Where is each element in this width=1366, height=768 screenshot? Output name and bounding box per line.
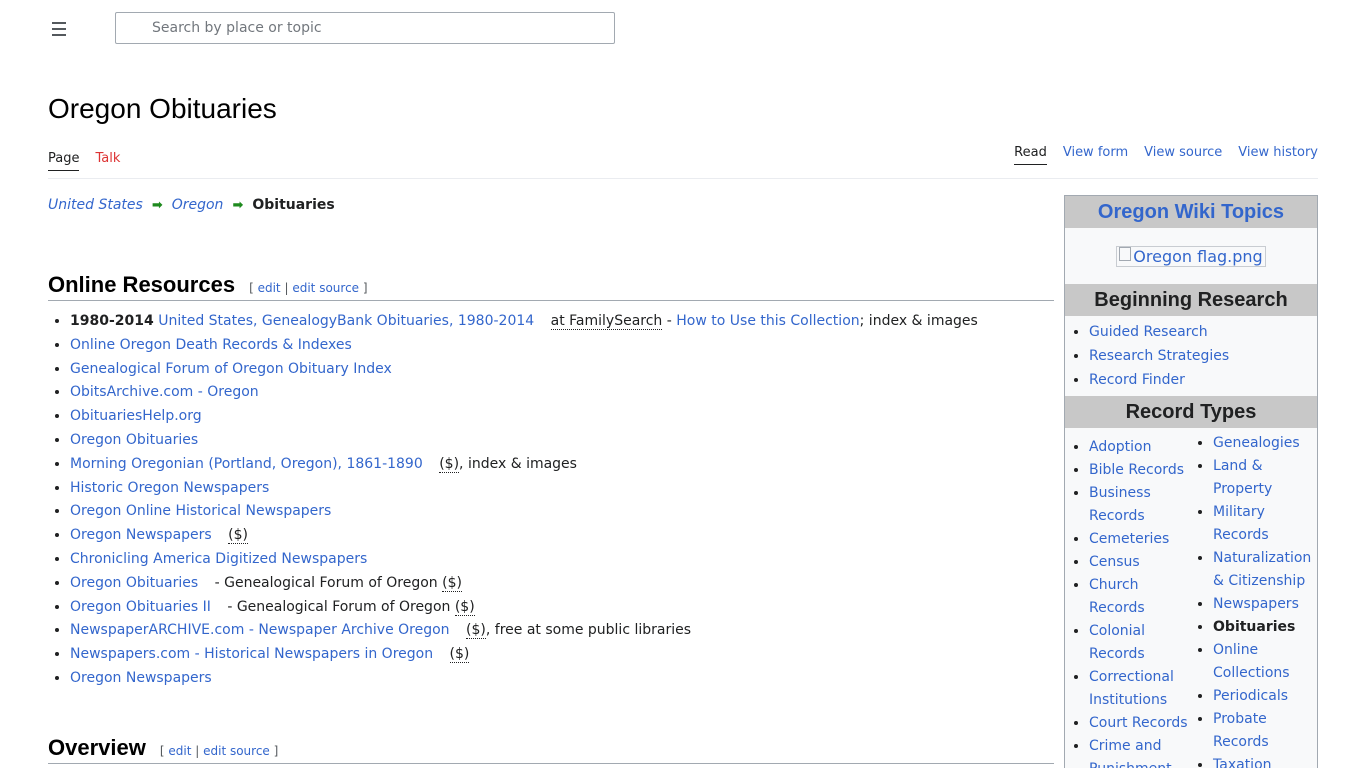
resource-link[interactable]: Oregon Obituaries [70,432,198,448]
list-item: Oregon Newspapers ($) [70,524,1050,548]
tab-talk[interactable]: Talk [95,151,120,171]
resource-link[interactable]: Online Oregon Death Records & Indexes [70,337,352,353]
list-item: Oregon Newspapers [70,667,1050,691]
beginning-research-heading: Beginning Research [1065,284,1317,316]
record-types-columns: Adoption Bible Records Business Records … [1065,428,1317,768]
breadcrumb-oregon[interactable]: Oregon [172,197,224,213]
beginning-research-list: Guided Research Research Strategies Reco… [1065,316,1317,396]
resource-link[interactable]: ObitsArchive.com - Oregon [70,384,259,400]
list-item[interactable]: Taxation [1213,754,1317,768]
list-item: Oregon Obituaries [70,429,1050,453]
list-item: Morning Oregonian (Portland, Oregon), 18… [70,453,1050,477]
section-online-resources: Online Resources [ edit | edit source ] [48,272,1054,301]
resource-link[interactable]: Historic Oregon Newspapers [70,480,269,496]
online-resources-list: 1980-2014 United States, GenealogyBank O… [70,310,1050,691]
list-item[interactable]: Bible Records [1089,459,1189,482]
edit-link[interactable]: edit [258,281,281,295]
list-item[interactable]: Crime and Punishment [1089,735,1189,768]
resource-link[interactable]: United States, GenealogyBank Obituaries,… [158,313,534,329]
list-item[interactable]: Cemeteries [1089,528,1189,551]
list-item[interactable]: Adoption [1089,436,1189,459]
resource-link[interactable]: How to Use this Collection [676,313,859,329]
edit-links: [ edit | edit source ] [249,281,368,295]
list-item[interactable]: Colonial Records [1089,620,1189,666]
record-types-heading: Record Types [1065,396,1317,428]
resource-link[interactable]: Chronicling America Digitized Newspapers [70,551,367,567]
list-item[interactable]: Census [1089,551,1189,574]
list-item[interactable]: Genealogies [1213,432,1317,455]
list-item[interactable]: Probate Records [1213,708,1317,754]
list-item[interactable]: Research Strategies [1089,344,1317,368]
list-item: NewspaperARCHIVE.com - Newspaper Archive… [70,619,1050,643]
list-item: Oregon Obituaries - Genealogical Forum o… [70,572,1050,596]
resource-link[interactable]: ObituariesHelp.org [70,408,202,424]
resource-link[interactable]: Morning Oregonian (Portland, Oregon), 18… [70,456,423,472]
list-item: Newspapers.com - Historical Newspapers i… [70,643,1050,667]
resource-link[interactable]: Newspapers.com - Historical Newspapers i… [70,646,433,662]
page-title: Oregon Obituaries [48,93,277,124]
list-item: Online Oregon Death Records & Indexes [70,334,1050,358]
tab-read[interactable]: Read [1014,145,1047,165]
list-item-current: Obituaries [1213,616,1317,639]
list-item[interactable]: Business Records [1089,482,1189,528]
list-item[interactable]: Record Finder [1089,368,1317,392]
list-item[interactable]: Court Records [1089,712,1189,735]
resource-link[interactable]: Oregon Obituaries II [70,599,211,615]
list-item[interactable]: Guided Research [1089,320,1317,344]
resource-link[interactable]: Oregon Newspapers [70,527,212,543]
list-item[interactable]: Online Collections [1213,639,1317,685]
list-item: ObituariesHelp.org [70,405,1050,429]
list-item: Chronicling America Digitized Newspapers [70,548,1050,572]
breadcrumb-united-states[interactable]: United States [48,197,143,213]
resource-link[interactable]: Oregon Obituaries [70,575,198,591]
list-item[interactable]: Military Records [1213,501,1317,547]
search-input[interactable] [115,12,615,44]
record-types-col-1: Adoption Bible Records Business Records … [1065,432,1189,768]
sidebar-title[interactable]: Oregon Wiki Topics [1065,196,1317,228]
flag-row: Oregon flag.png [1065,228,1317,284]
tab-view-form[interactable]: View form [1063,145,1128,165]
tab-divider [48,178,1318,179]
resource-link[interactable]: Oregon Newspapers [70,670,212,686]
wiki-topics-sidebar: Oregon Wiki Topics Oregon flag.png Begin… [1064,195,1318,768]
list-item: ObitsArchive.com - Oregon [70,381,1050,405]
edit-links: [ edit | edit source ] [159,744,279,758]
list-item: Historic Oregon Newspapers [70,477,1050,501]
list-item[interactable]: Naturalization & Citizenship [1213,547,1317,593]
hamburger-menu-icon[interactable] [48,17,72,41]
record-types-col-2: Genealogies Land & Property Military Rec… [1189,432,1317,768]
breadcrumb-current: Obituaries [252,197,335,213]
tab-view-source[interactable]: View source [1144,145,1222,165]
list-item[interactable]: Correctional Institutions [1089,666,1189,712]
arrow-right-icon: ➡ [151,197,163,213]
section-title: Online Resources [48,272,236,297]
section-title: Overview [48,735,146,760]
edit-source-link[interactable]: edit source [203,744,270,758]
list-item[interactable]: Newspapers [1213,593,1317,616]
list-item: 1980-2014 United States, GenealogyBank O… [70,310,1050,334]
list-item[interactable]: Land & Property [1213,455,1317,501]
broken-image-icon [1119,247,1132,261]
resource-link[interactable]: NewspaperARCHIVE.com - Newspaper Archive… [70,622,450,638]
oregon-flag-image[interactable]: Oregon flag.png [1116,245,1266,267]
list-item[interactable]: Periodicals [1213,685,1317,708]
tab-view-history[interactable]: View history [1238,145,1318,165]
section-overview: Overview [ edit | edit source ] [48,735,1054,764]
tab-page[interactable]: Page [48,151,80,171]
list-item[interactable]: Church Records [1089,574,1189,620]
list-item: Oregon Online Historical Newspapers [70,500,1050,524]
edit-source-link[interactable]: edit source [292,281,359,295]
list-item: Oregon Obituaries II - Genealogical Foru… [70,596,1050,620]
view-tabs: Read View form View source View history [1014,145,1318,165]
edit-link[interactable]: edit [168,744,191,758]
arrow-right-icon: ➡ [232,197,244,213]
page-tabs: Page Talk [48,151,120,171]
list-item: Genealogical Forum of Oregon Obituary In… [70,358,1050,382]
breadcrumb: United States ➡ Oregon ➡ Obituaries [48,197,335,213]
resource-link[interactable]: Oregon Online Historical Newspapers [70,503,331,519]
resource-link[interactable]: Genealogical Forum of Oregon Obituary In… [70,361,392,377]
